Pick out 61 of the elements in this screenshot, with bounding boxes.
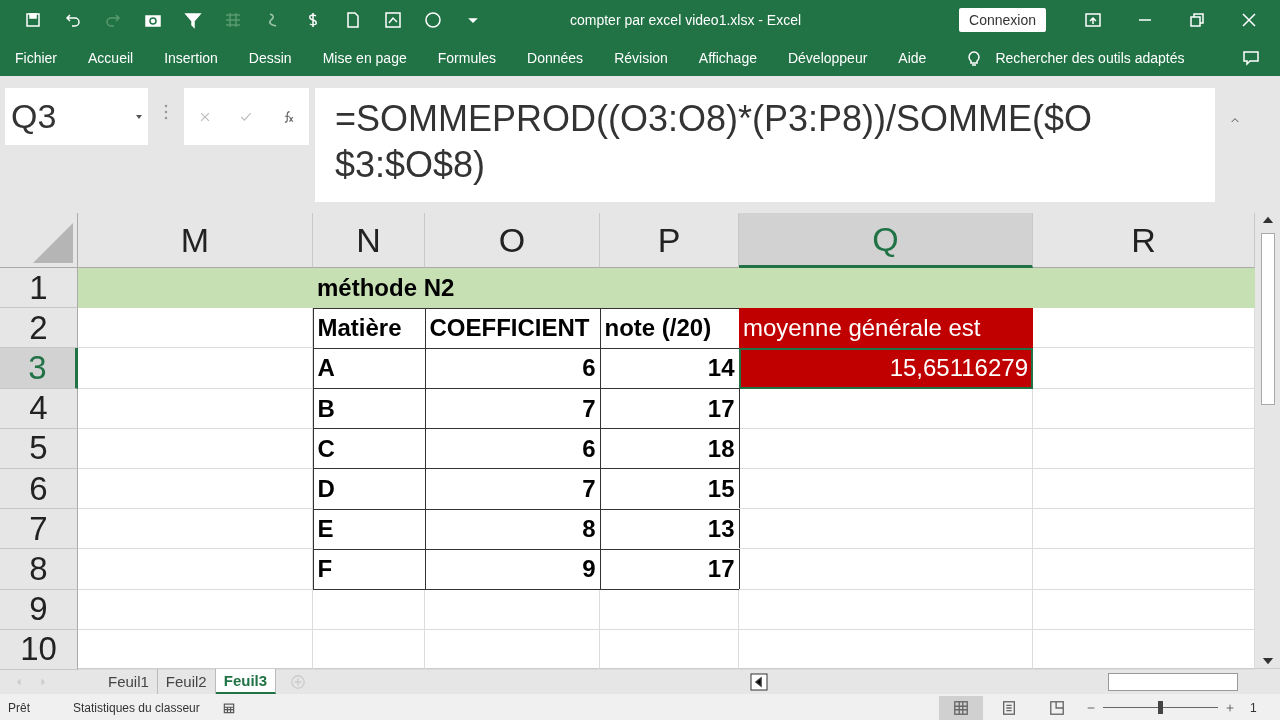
save-icon[interactable] <box>24 11 42 29</box>
row-header[interactable]: 7 <box>0 509 78 550</box>
row-header[interactable]: 8 <box>0 549 78 590</box>
page-break-icon[interactable] <box>1049 699 1065 716</box>
window-title: compter par excel video1.xlsx - Excel <box>570 12 803 28</box>
stats-icon[interactable] <box>221 700 236 715</box>
row-header[interactable]: 3 <box>0 348 78 389</box>
row-header[interactable]: 4 <box>0 388 78 429</box>
ribbon-tab[interactable]: Aide <box>898 50 927 66</box>
comment-icon[interactable] <box>1242 49 1260 67</box>
table-cell: 17 <box>599 548 740 590</box>
formula-field[interactable]: =SOMMEPROD((O3:O8)*(P3:P8))/SOMME($O$3:$O$8) <box>315 88 1215 202</box>
row-header[interactable]: 5 <box>0 428 78 469</box>
column-header[interactable]: R <box>1033 213 1255 268</box>
row-header[interactable]: 2 <box>0 308 78 349</box>
row-header[interactable]: 9 <box>0 589 78 630</box>
ribbon-tab[interactable]: Fichier <box>15 50 57 66</box>
table-cell: F <box>312 548 426 590</box>
splitter-icon[interactable] <box>164 104 168 120</box>
ribbon-tab[interactable]: Formules <box>437 50 497 66</box>
ribbon-tab[interactable]: Accueil <box>88 50 134 66</box>
close-icon[interactable] <box>1240 11 1258 29</box>
workbook-stats-button[interactable]: Statistiques du classeur <box>73 700 200 715</box>
zoom-level[interactable]: 1 <box>1250 700 1280 715</box>
column-header[interactable]: P <box>600 213 739 268</box>
row-header[interactable]: 6 <box>0 468 78 510</box>
circle-icon[interactable] <box>424 11 442 29</box>
ribbon-tab[interactable]: Insertion <box>164 50 218 66</box>
table-cell: Matière <box>312 307 426 349</box>
undo-icon[interactable] <box>64 11 82 29</box>
zoom-slider-thumb[interactable] <box>1158 701 1163 714</box>
horizontal-scrollbar-thumb[interactable] <box>1108 672 1238 691</box>
page-layout-icon[interactable] <box>1001 699 1017 716</box>
ribbon-tab[interactable]: Affichage <box>698 50 757 66</box>
column-header[interactable]: Q <box>739 213 1033 268</box>
row-header[interactable]: 1 <box>0 268 78 309</box>
sign-in-button[interactable]: Connexion <box>959 8 1046 32</box>
display-options-icon[interactable] <box>1084 11 1102 29</box>
scroll-left-icon[interactable] <box>750 672 768 691</box>
restore-icon[interactable] <box>1188 11 1206 29</box>
row-header[interactable]: 10 <box>0 629 78 670</box>
scrollbar-thumb[interactable] <box>1260 233 1275 405</box>
ribbon-tab[interactable]: Révision <box>614 50 668 66</box>
name-box[interactable]: Q3 <box>5 88 148 145</box>
sheet-tab[interactable]: Feuil3 <box>215 669 277 694</box>
filter-icon[interactable] <box>184 11 202 29</box>
table-cell: 15,65116279 <box>739 348 1033 389</box>
status-text: Prêt <box>8 700 31 715</box>
column-header[interactable]: M <box>78 213 313 268</box>
ribbon-tab[interactable]: Mise en page <box>322 50 407 66</box>
column-header[interactable]: N <box>313 213 425 268</box>
table-cell: méthode N2 <box>313 268 1255 309</box>
table-cell: moyenne générale est <box>739 308 1033 349</box>
column-header[interactable]: O <box>425 213 600 268</box>
tell-me-field[interactable]: Rechercher des outils adaptés <box>995 50 1185 66</box>
picture-frame-icon[interactable] <box>384 11 402 29</box>
normal-view-icon[interactable] <box>953 699 969 716</box>
ribbon-tab[interactable]: Développeur <box>787 50 868 66</box>
ribbon-tab[interactable]: Données <box>527 50 584 66</box>
page-icon[interactable] <box>344 11 362 29</box>
ribbon-tab[interactable]: Dessin <box>248 50 292 66</box>
